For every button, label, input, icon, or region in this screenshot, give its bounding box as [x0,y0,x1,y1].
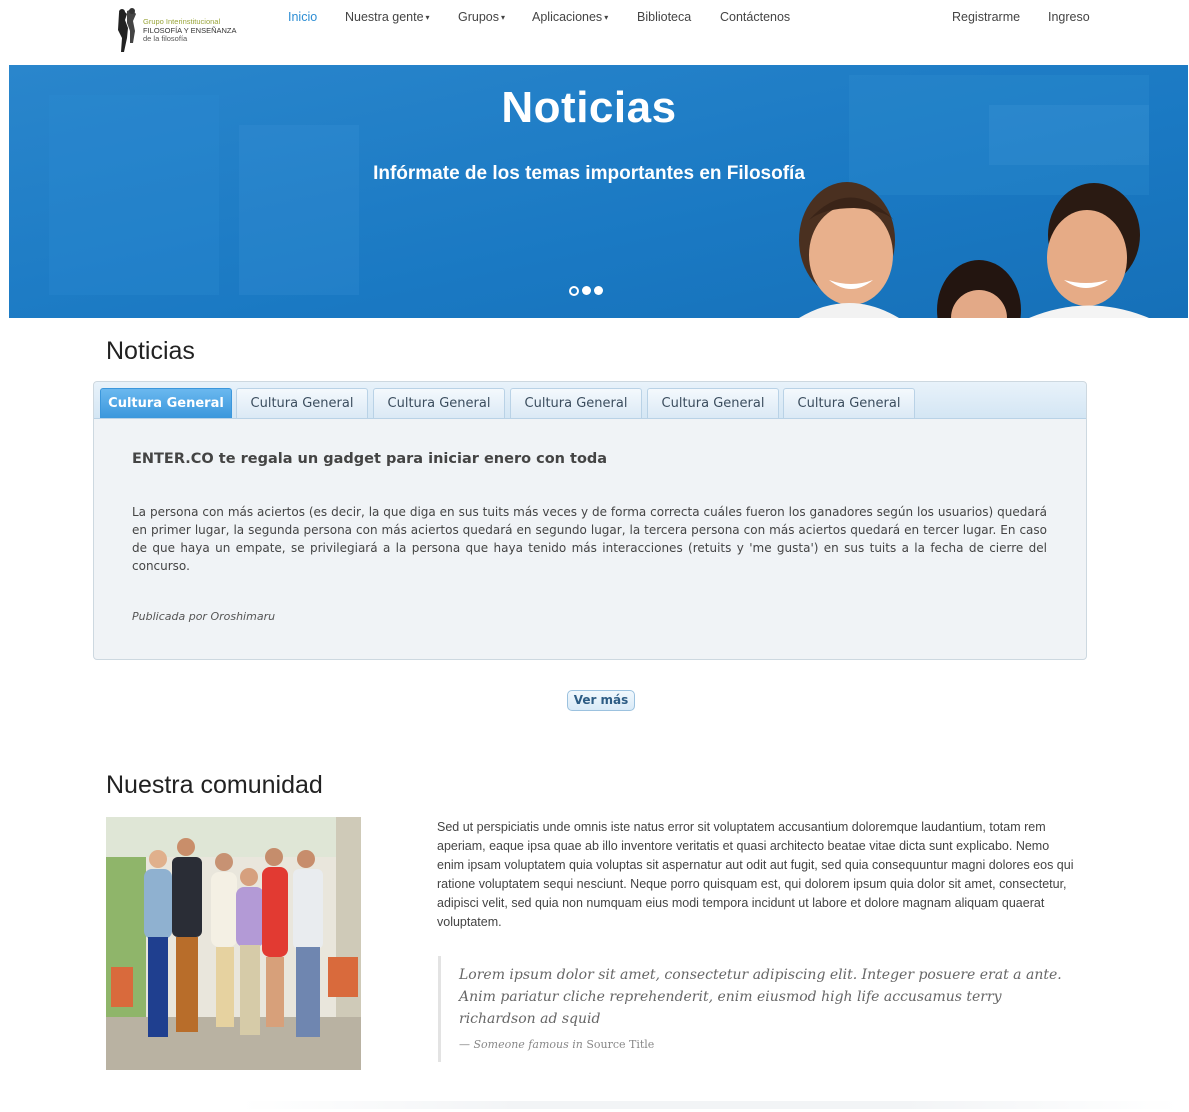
carousel-dot-2[interactable] [582,286,591,295]
site-logo[interactable]: Grupo Interinstitucional FILOSOFÍA Y ENS… [113,5,238,57]
nav-contactenos-label: Contáctenos [720,10,791,24]
nav-inicio-label: Inicio [288,10,318,24]
news-author: Publicada por Oroshimaru [132,610,276,623]
chevron-down-icon: ▾ [604,13,609,22]
nav-nuestra-gente-label: Nuestra gente [345,10,424,24]
nav-aplicaciones[interactable]: Aplicaciones ▾ [532,10,608,24]
tab-cultura-general-4[interactable]: Cultura General [510,388,642,418]
news-tabs-panel: Cultura General Cultura General Cultura … [93,381,1087,660]
nav-aplicaciones-label: Aplicaciones [532,10,603,24]
nav-biblioteca-label: Biblioteca [637,10,692,24]
logo-figure-icon [113,7,139,55]
ver-mas-button[interactable]: Ver más [567,690,635,711]
login-link[interactable]: Ingreso [1048,10,1090,24]
nav-contactenos[interactable]: Contáctenos [720,10,790,24]
navbar: Grupo Interinstitucional FILOSOFÍA Y ENS… [0,0,1189,64]
quote-citation-prefix: — Someone famous in [459,1038,583,1051]
nav-nuestra-gente[interactable]: Nuestra gente ▾ [345,10,430,24]
logo-text: Grupo Interinstitucional FILOSOFÍA Y ENS… [143,18,237,44]
quote-text: Lorem ipsum dolor sit amet, consectetur … [459,967,1062,1027]
community-description: Sed ut perspiciatis unde omnis iste natu… [437,820,1074,929]
community-group-photo [106,817,361,1070]
nav-grupos[interactable]: Grupos ▾ [458,10,505,24]
quote-source-title: Source Title [586,1038,655,1051]
hero-title: Noticias [501,83,677,132]
tab-cultura-general-5[interactable]: Cultura General [647,388,779,418]
community-section-title: Nuestra comunidad [106,771,323,799]
nav-biblioteca[interactable]: Biblioteca [637,10,691,24]
carousel-dot-1[interactable] [569,286,579,296]
hero-carousel: Noticias Infórmate de los temas importan… [9,65,1188,318]
group-photo-image [106,817,361,1070]
news-section-title: Noticias [106,337,195,365]
tab-cultura-general-3[interactable]: Cultura General [373,388,505,418]
nav-grupos-label: Grupos [458,10,499,24]
carousel-indicators [569,286,603,296]
chevron-down-icon: ▾ [501,13,506,22]
news-tab-bar: Cultura General Cultura General Cultura … [94,382,1086,419]
hero-people-image [799,182,1149,318]
blockquote: Lorem ipsum dolor sit amet, consectetur … [438,956,1071,1062]
tab-cultura-general-1[interactable]: Cultura General [100,388,232,418]
quote-citation: — Someone famous in Source Title [459,1038,654,1051]
carousel-dot-3[interactable] [594,286,603,295]
tab-cultura-general-6[interactable]: Cultura General [783,388,915,418]
tab-cultura-general-2[interactable]: Cultura General [236,388,368,418]
logo-line-3: de la filosofía [143,34,188,44]
news-body: La persona con más aciertos (es decir, l… [132,505,1047,573]
nav-inicio[interactable]: Inicio [288,10,317,24]
register-link[interactable]: Registrarme [952,10,1020,24]
news-headline: ENTER.CO te regala un gadget para inicia… [132,451,608,467]
chevron-down-icon: ▾ [425,13,430,22]
footer-divider [240,1101,1180,1109]
